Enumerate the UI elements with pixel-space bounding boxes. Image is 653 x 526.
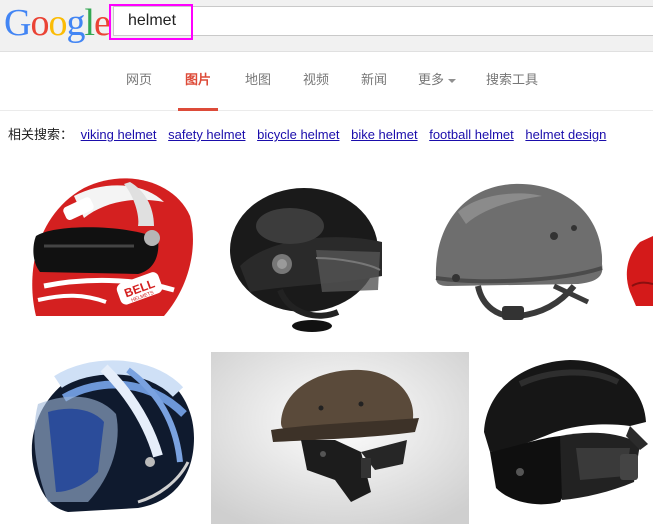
tab-label: 视频	[302, 72, 329, 87]
related-link[interactable]: football helmet	[429, 127, 514, 142]
related-link[interactable]: bike helmet	[351, 127, 417, 142]
black-helmet-image	[230, 188, 382, 332]
related-link[interactable]: helmet design	[525, 127, 606, 142]
tab-more[interactable]: 更多	[414, 53, 460, 111]
motocross-helmet-image	[484, 360, 648, 505]
image-result-motocross-helmet[interactable]	[480, 352, 650, 520]
tab-label: 新闻	[360, 72, 387, 87]
related-searches: 相关搜索： viking helmet safety helmet bicycl…	[8, 124, 614, 143]
logo-letter: g	[66, 2, 85, 44]
tab-label: 图片	[184, 72, 211, 87]
image-result-partial-red-helmet[interactable]	[622, 166, 653, 340]
google-logo[interactable]: Google	[4, 2, 111, 44]
logo-letter: e	[94, 2, 111, 44]
logo-letter: G	[4, 2, 31, 44]
related-link[interactable]: safety helmet	[168, 127, 245, 142]
search-tabs: 网页 图片 地图 视频 新闻 更多 搜索工具	[0, 53, 653, 111]
tab-label: 更多	[417, 72, 444, 87]
image-result-blue-helmet[interactable]	[8, 352, 198, 520]
military-helmet-image	[435, 183, 603, 320]
tab-label: 地图	[244, 72, 271, 87]
logo-letter: o	[30, 2, 49, 44]
tab-videos[interactable]: 视频	[297, 53, 335, 111]
tab-label: 搜索工具	[485, 72, 538, 87]
top-bar: Google	[0, 0, 653, 52]
image-result-brown-helmet[interactable]	[211, 352, 469, 524]
search-box	[113, 6, 653, 36]
related-link[interactable]: bicycle helmet	[257, 127, 339, 142]
related-link[interactable]: viking helmet	[81, 127, 157, 142]
chevron-down-icon	[448, 78, 456, 83]
related-searches-label: 相关搜索：	[8, 127, 74, 142]
search-input[interactable]	[114, 7, 653, 35]
logo-letter: o	[48, 2, 67, 44]
image-result-black-helmet[interactable]	[220, 166, 402, 340]
logo-letter: l	[84, 2, 95, 44]
tab-web[interactable]: 网页	[120, 53, 158, 111]
red-helmet-image: BELL HELMETS	[32, 178, 193, 316]
tab-images[interactable]: 图片	[178, 53, 218, 111]
image-result-red-helmet[interactable]: BELL HELMETS	[14, 166, 200, 340]
tab-label: 网页	[125, 72, 152, 87]
partial-red-helmet-image	[626, 236, 653, 306]
image-result-military-helmet[interactable]	[418, 166, 608, 340]
blue-helmet-image	[31, 360, 194, 512]
tab-news[interactable]: 新闻	[355, 53, 393, 111]
tab-search-tools[interactable]: 搜索工具	[480, 53, 544, 111]
brown-helmet-image	[211, 352, 469, 524]
tab-maps[interactable]: 地图	[239, 53, 277, 111]
